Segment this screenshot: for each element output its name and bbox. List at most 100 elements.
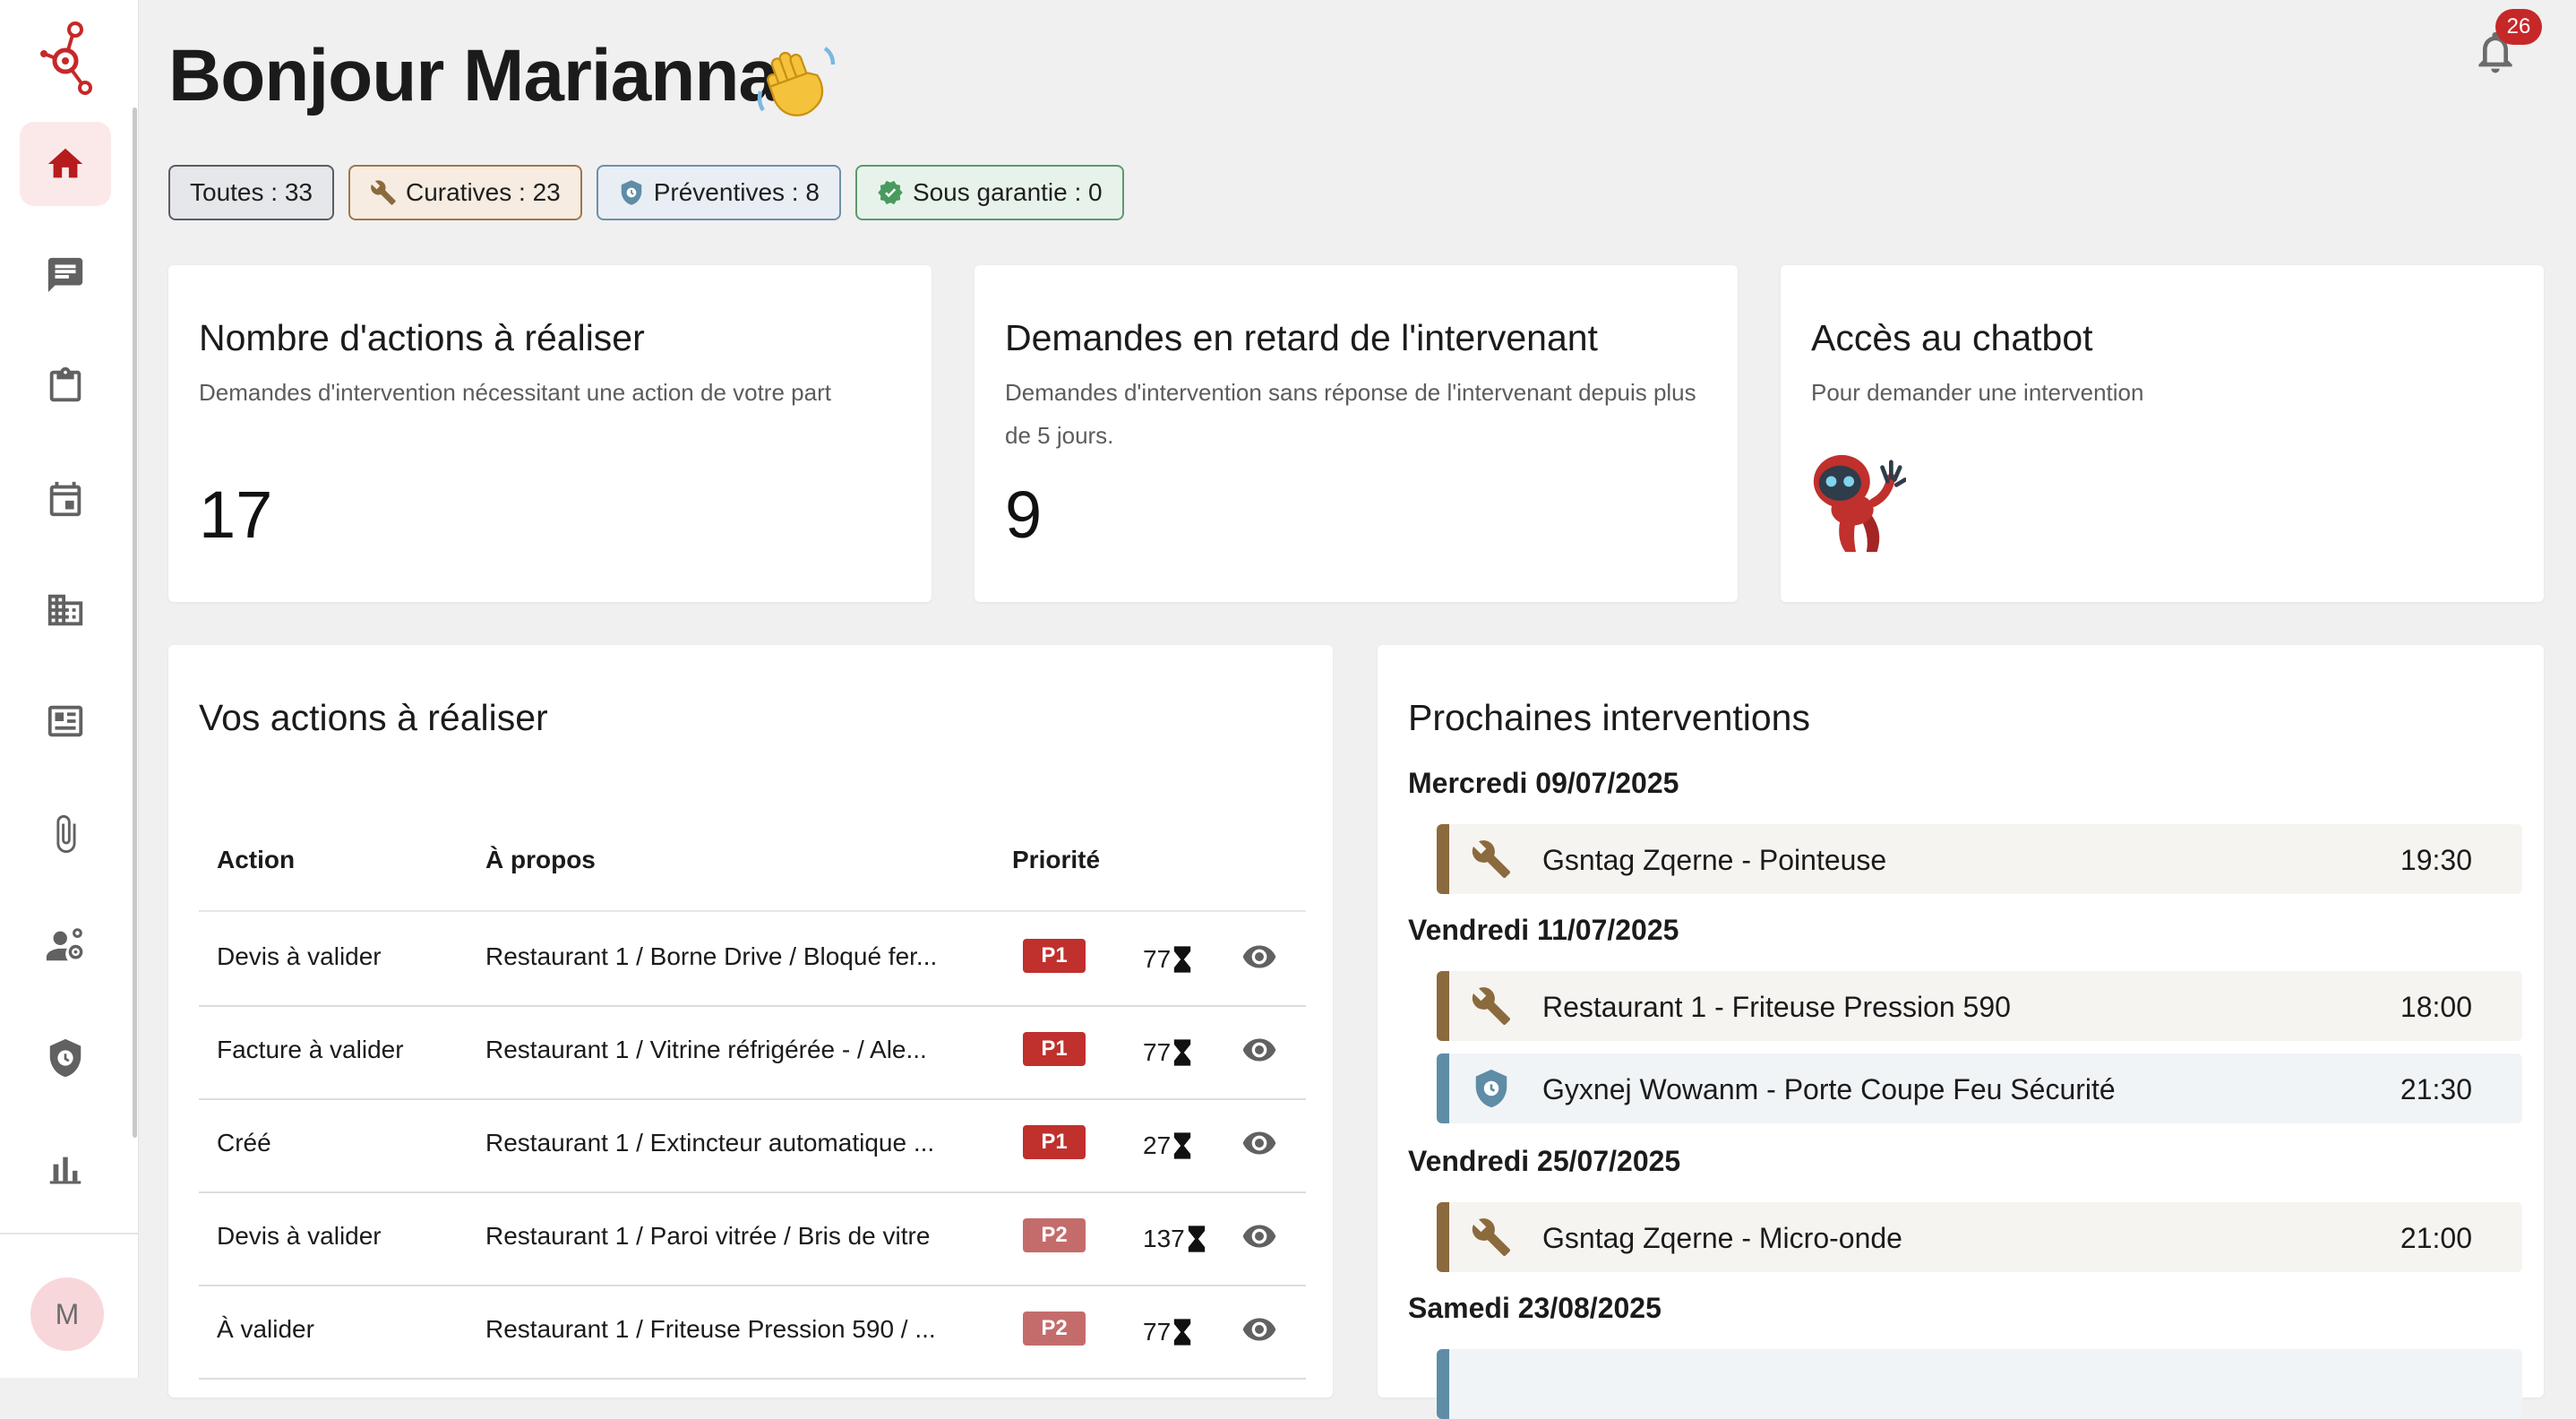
column-header-about[interactable]: À propos xyxy=(485,846,596,874)
about-cell: Restaurant 1 / Friteuse Pression 590 / .… xyxy=(485,1315,936,1343)
sidebar-item-home[interactable] xyxy=(20,122,111,206)
intervention-time: 21:00 xyxy=(2400,1222,2472,1254)
table-row[interactable]: Créé Restaurant 1 / Extincteur automatiq… xyxy=(199,1098,1306,1193)
intervention-item[interactable]: Gyxnej Wowanm - Porte Coupe Feu Sécurité… xyxy=(1437,1054,2522,1123)
eye-icon[interactable] xyxy=(1241,1218,1277,1254)
action-cell: Créé xyxy=(217,1129,271,1157)
sidebar-item-stats[interactable] xyxy=(20,1127,111,1211)
sidebar-item-sites[interactable] xyxy=(20,568,111,652)
actions-panel: Vos actions à réaliser Action À propos P… xyxy=(168,645,1333,1398)
intervention-time: 19:30 xyxy=(2400,844,2472,876)
filter-all-label: Toutes : 33 xyxy=(190,178,313,206)
upcoming-panel: Prochaines interventions Mercredi 09/07/… xyxy=(1378,645,2544,1419)
day-label: Mercredi 09/07/2025 xyxy=(1408,767,1679,799)
clipboard-icon xyxy=(49,366,82,402)
notification-badge: 26 xyxy=(2495,9,2542,45)
intervention-item[interactable]: Gsntag Zqerne - Micro-onde 21:00 xyxy=(1437,1202,2522,1272)
home-icon xyxy=(47,148,83,178)
days-value: 77 xyxy=(1143,1318,1172,1346)
days-value: 77 xyxy=(1143,945,1172,973)
chatbot-card[interactable]: Accès au chatbot Pour demander une inter… xyxy=(1781,265,2544,602)
sidebar: M xyxy=(0,0,139,1378)
sidebar-item-requests[interactable] xyxy=(20,344,111,428)
column-header-action[interactable]: Action xyxy=(217,846,295,874)
eye-icon[interactable] xyxy=(1241,1312,1277,1347)
filter-curative-label: Curatives : 23 xyxy=(405,178,561,206)
filter-warranty-label: Sous garantie : 0 xyxy=(912,178,1103,206)
intervention-title: Restaurant 1 - Friteuse Pression 590 xyxy=(1542,991,2011,1023)
paperclip-icon xyxy=(56,814,76,854)
days-count: 77 xyxy=(1143,1317,1192,1347)
action-cell: Devis à valider xyxy=(217,1222,382,1250)
priority-badge: P1 xyxy=(1023,1125,1086,1159)
action-cell: À valider xyxy=(217,1315,314,1343)
table-row[interactable]: Facture à valider Restaurant 1 / Vitrine… xyxy=(199,1005,1306,1100)
days-count: 137 xyxy=(1143,1224,1206,1254)
card-subtitle: Demandes d'intervention sans réponse de … xyxy=(1005,379,1696,449)
days-count: 77 xyxy=(1143,944,1192,975)
days-value: 137 xyxy=(1143,1225,1185,1252)
column-header-priority[interactable]: Priorité xyxy=(1012,846,1100,874)
page-title: Bonjour Marianna xyxy=(168,35,779,116)
intervention-time: 21:30 xyxy=(2400,1073,2472,1105)
card-title: Demandes en retard de l'intervenant xyxy=(1005,317,1598,358)
curative-bar xyxy=(1437,824,1449,894)
sidebar-divider xyxy=(0,1233,138,1234)
sidebar-item-contracts[interactable] xyxy=(20,679,111,763)
intervention-title: Gsntag Zqerne - Micro-onde xyxy=(1542,1222,1902,1254)
hourglass-icon xyxy=(1173,1132,1191,1159)
action-cell: Devis à valider xyxy=(217,942,382,970)
about-cell: Restaurant 1 / Extincteur automatique ..… xyxy=(485,1129,935,1157)
priority-badge: P2 xyxy=(1023,1218,1086,1252)
sidebar-item-preventive[interactable] xyxy=(20,1016,111,1100)
verified-badge-icon xyxy=(878,180,903,205)
calendar-icon xyxy=(49,481,82,517)
app-logo-icon[interactable] xyxy=(36,18,99,99)
late-requests-card[interactable]: Demandes en retard de l'intervenant Dema… xyxy=(975,265,1738,602)
filter-preventive-label: Préventives : 8 xyxy=(653,178,820,206)
intervention-item[interactable]: Gsntag Zqerne - Pointeuse 19:30 xyxy=(1437,824,2522,894)
filter-warranty-chip[interactable]: Sous garantie : 0 xyxy=(854,165,1124,220)
day-label: Vendredi 11/07/2025 xyxy=(1408,914,1679,946)
sidebar-scrollbar[interactable] xyxy=(133,108,137,1138)
avatar[interactable]: M xyxy=(30,1277,104,1351)
days-count: 27 xyxy=(1143,1131,1192,1161)
hourglass-icon xyxy=(1173,946,1191,973)
filter-chips: Toutes : 33 Curatives : 23 Préventives :… xyxy=(168,165,1124,220)
table-row[interactable]: Devis à valider Restaurant 1 / Borne Dri… xyxy=(199,912,1306,1007)
intervention-title: Gsntag Zqerne - Pointeuse xyxy=(1542,844,1887,876)
priority-badge: P1 xyxy=(1023,939,1086,973)
robot-icon[interactable] xyxy=(1809,450,1906,555)
table-row[interactable]: Devis à valider Restaurant 1 / Paroi vit… xyxy=(199,1191,1306,1286)
filter-preventive-chip[interactable]: Préventives : 8 xyxy=(596,165,841,220)
intervention-item[interactable] xyxy=(1437,1349,2522,1419)
sidebar-item-messages[interactable] xyxy=(20,233,111,317)
intervention-item[interactable]: Restaurant 1 - Friteuse Pression 590 18:… xyxy=(1437,971,2522,1041)
table-row[interactable]: À valider Restaurant 1 / Friteuse Pressi… xyxy=(199,1285,1306,1380)
wrench-icon xyxy=(1472,1218,1511,1257)
sidebar-item-providers[interactable] xyxy=(20,903,111,987)
intervention-title: Gyxnej Wowanm - Porte Coupe Feu Sécurité xyxy=(1542,1073,2116,1105)
sidebar-item-calendar[interactable] xyxy=(20,457,111,541)
eye-icon[interactable] xyxy=(1241,1032,1277,1068)
eye-icon[interactable] xyxy=(1241,939,1277,975)
card-title: Nombre d'actions à réaliser xyxy=(199,317,645,358)
days-count: 77 xyxy=(1143,1037,1192,1068)
user-settings-icon xyxy=(46,928,83,961)
eye-icon[interactable] xyxy=(1241,1125,1277,1161)
card-title: Accès au chatbot xyxy=(1811,317,2093,358)
actions-count-card[interactable]: Nombre d'actions à réaliser Demandes d'i… xyxy=(168,265,932,602)
building-icon xyxy=(47,594,83,626)
sidebar-item-documents[interactable] xyxy=(20,792,111,876)
id-card-icon xyxy=(47,705,83,737)
day-label: Samedi 23/08/2025 xyxy=(1408,1292,1662,1324)
filter-all-chip[interactable]: Toutes : 33 xyxy=(168,165,334,220)
actions-count-value: 17 xyxy=(199,477,273,552)
preventive-bar xyxy=(1437,1349,1449,1419)
filter-curative-chip[interactable]: Curatives : 23 xyxy=(348,165,582,220)
card-subtitle: Pour demander une intervention xyxy=(1811,379,2144,406)
shield-icon xyxy=(621,180,641,205)
hourglass-icon xyxy=(1188,1226,1205,1252)
days-value: 77 xyxy=(1143,1038,1172,1066)
action-cell: Facture à valider xyxy=(217,1036,404,1063)
